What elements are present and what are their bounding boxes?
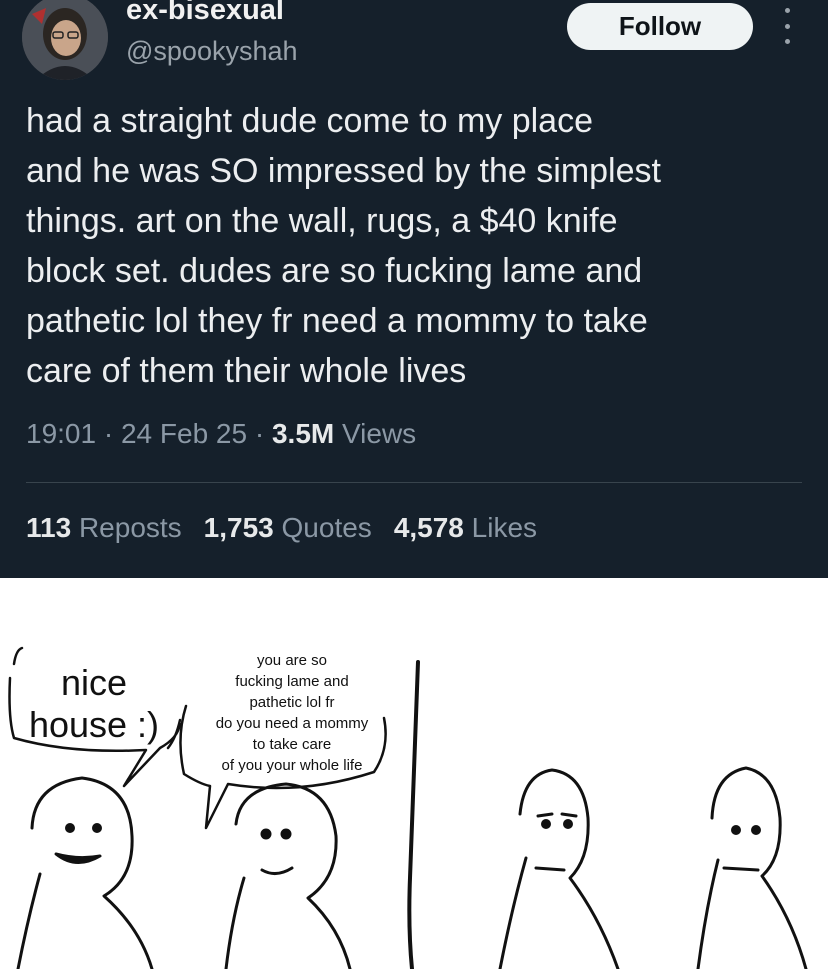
more-icon-dot [784,8,790,13]
quotes-label: Quotes [281,512,372,543]
comic-drawing [8,646,808,969]
avatar-image [22,0,108,80]
divider [26,482,802,483]
tweet-date[interactable]: 24 Feb 25 [121,418,247,449]
speech-2-line: pathetic lol fr [249,694,335,711]
tweet-text-line: pathetic lol they fr need a mommy to tak… [26,302,648,340]
follow-button[interactable]: Follow [567,3,753,50]
quotes-stat[interactable]: 1,753 Quotes [204,512,372,544]
more-icon-dot [784,23,790,29]
speech-2-line: do you need a mommy [215,715,369,732]
quotes-count: 1,753 [203,512,274,543]
avatar[interactable] [22,0,108,80]
speech-2-text: you are so fucking lame and pathetic lol… [192,650,392,776]
comic-panel: nice house :) you are so fucking lame an… [0,578,828,969]
stick-figure-4 [696,766,808,969]
tweet-text-line: and he was SO impressed by the simplest [26,152,661,190]
tweet-text-line: had a straight dude come to my place [26,102,593,140]
more-icon[interactable] [778,8,796,44]
meta-separator: · [103,418,121,449]
reposts-label: Reposts [78,512,182,543]
reposts-stat[interactable]: 113 Reposts [26,512,182,544]
meta-separator: · [254,418,272,449]
stick-figure-3 [498,768,620,969]
speech-2-line: fucking lame and [235,673,349,690]
reposts-count: 113 [26,512,72,543]
tweet-meta: 19:01 · 24 Feb 25 · 3.5M Views [26,418,416,450]
speech-2-line: of you your whole life [221,757,363,774]
speech-1-line: nice [60,662,128,703]
tweet-time[interactable]: 19:01 [26,418,96,449]
panel-divider [407,660,420,969]
more-icon-dot [784,39,790,44]
speech-2-line: to take care [252,736,332,753]
speech-1-line: house :) [28,704,160,745]
views-count: 3.5M [271,418,335,449]
likes-label: Likes [471,512,538,543]
display-name[interactable]: ex-bisexual [126,0,284,27]
speech-2-line: you are so [256,652,328,669]
tweet-card: ex-bisexual @spookyshah Follow had a str… [0,0,828,578]
likes-count: 4,578 [393,512,464,543]
views-label: Views [342,418,417,449]
likes-stat[interactable]: 4,578 Likes [394,512,537,544]
tweet-text-line: care of them their whole lives [26,352,467,390]
handle[interactable]: @spookyshah [126,36,298,67]
stick-figure-1 [16,776,154,969]
tweet-stats: 113 Reposts 1,753 Quotes 4,578 Likes [26,512,537,544]
tweet-text: had a straight dude come to my place and… [26,96,806,396]
speech-1-text: nice house :) [14,662,174,746]
tweet-text-line: block set. dudes are so fucking lame and [26,252,643,290]
tweet-text-line: things. art on the wall, rugs, a $40 kni… [26,202,618,240]
stick-figure-2 [224,782,352,969]
